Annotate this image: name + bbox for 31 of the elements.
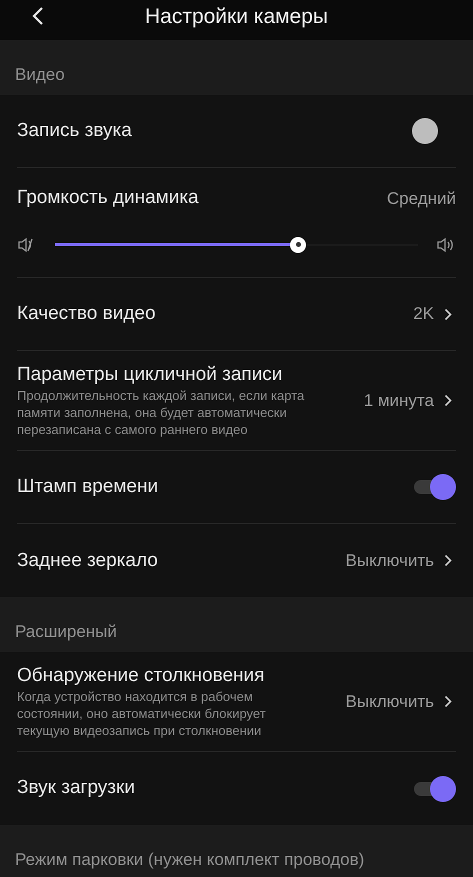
speaker-icon <box>436 236 456 252</box>
setting-label: Заднее зеркало <box>17 548 158 572</box>
setting-description: Продолжительность каждой записи, если карта памяти заполнена, она будет автоматически перезаписана с самого раннего видео <box>17 387 306 438</box>
setting-label: Обнаружение столкновения <box>17 664 266 688</box>
setting-label: Запись звука <box>17 118 132 143</box>
setting-label: Штамп времени <box>17 474 158 499</box>
screen-title: Настройки камеры <box>144 4 328 30</box>
setting-label: Громкость динамика <box>17 186 199 210</box>
setting-row[interactable]: Заднее зеркало Выключить <box>17 524 456 597</box>
section-header: Видео <box>15 64 65 86</box>
setting-row[interactable]: Обнаружение столкновения Когда устройство находится в рабочем состоянии, оно автоматически блокирует текущую видеозапись при столкновении Выключить <box>17 652 456 752</box>
setting-row[interactable]: Качество видео 2K <box>17 278 456 351</box>
chevron-right-icon <box>444 308 452 320</box>
setting-row[interactable]: Параметры цикличной записи Продолжительность каждой записи, если карта памяти заполнена, она будет автоматически перезаписана с самого раннего видео 1 минута <box>17 351 456 451</box>
volume-slider[interactable] <box>55 236 418 252</box>
setting-value: 2K <box>413 303 434 326</box>
toggle-switch[interactable] <box>412 474 456 500</box>
setting-label: Параметры цикличной записи <box>17 363 284 387</box>
chevron-right-icon <box>444 394 452 407</box>
section-header: Режим парковки (нужен комплект проводов) <box>15 848 364 871</box>
chevron-right-icon <box>444 695 452 708</box>
setting-value: Выключить <box>346 690 434 713</box>
setting-value: Выключить <box>346 550 434 572</box>
setting-label: Звук загрузки <box>17 776 135 800</box>
setting-value: 1 минута <box>364 390 434 412</box>
section-header: Расширеный <box>15 620 117 643</box>
setting-label: Качество видео <box>17 302 156 326</box>
setting-description: Когда устройство находится в рабочем состоянии, оно автоматически блокирует текущую видеозапись при столкновении <box>17 688 267 739</box>
chevron-right-icon <box>444 554 452 567</box>
toggle-switch[interactable] <box>412 776 456 802</box>
setting-value: Средний <box>386 188 456 210</box>
